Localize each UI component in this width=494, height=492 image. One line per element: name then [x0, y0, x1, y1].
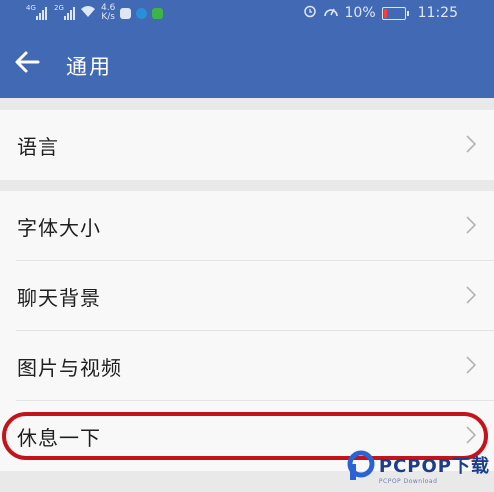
- wifi-icon: [80, 5, 96, 22]
- battery-icon: [381, 6, 409, 20]
- back-arrow-icon[interactable]: [12, 47, 42, 77]
- chevron-right-icon: [466, 356, 477, 374]
- settings-item-font-size[interactable]: 字体大小: [0, 191, 494, 261]
- watermark-text: PCPOP下载 PCPOP Download: [379, 452, 490, 485]
- settings-item-label: 语言: [17, 135, 59, 159]
- signal2-label: 2G: [54, 4, 64, 12]
- signal-icon-sim2: 2G: [54, 4, 75, 20]
- notification-app-icon: [120, 7, 132, 19]
- status-right: 10% 11:25: [303, 4, 458, 22]
- speed-gauge-icon: [323, 4, 339, 22]
- settings-item-chat-background[interactable]: 聊天背景: [0, 261, 494, 331]
- watermark: PCPOP下载 PCPOP Download: [345, 450, 490, 486]
- signal1-label: 4G: [26, 4, 36, 12]
- alarm-icon: [303, 4, 317, 22]
- watermark-sub: PCPOP Download: [378, 477, 438, 485]
- settings-item-label: 字体大小: [17, 216, 101, 240]
- settings-item-label: 图片与视频: [17, 356, 122, 380]
- pcpop-logo-icon: [345, 450, 377, 486]
- app-bar: 通用: [0, 27, 494, 98]
- status-left: 4G 2G 4.6 K/s: [26, 4, 164, 22]
- settings-item-photos-videos[interactable]: 图片与视频: [0, 331, 494, 401]
- clock-time: 11:25: [417, 5, 458, 21]
- net-speed: 4.6 K/s: [101, 4, 115, 22]
- settings-item-language[interactable]: 语言: [0, 110, 494, 180]
- chevron-right-icon: [466, 135, 477, 153]
- status-bar: 4G 2G 4.6 K/s 10% 11:25: [0, 0, 494, 27]
- chevron-right-icon: [466, 286, 477, 304]
- chevron-right-icon: [466, 216, 477, 234]
- watermark-main: PCPOP下载: [378, 455, 490, 477]
- net-speed-unit: K/s: [101, 12, 115, 22]
- page-title: 通用: [66, 55, 112, 79]
- signal-icon-sim1: 4G: [26, 4, 47, 20]
- settings-item-label: 聊天背景: [17, 286, 101, 310]
- play-notification-icon: [152, 7, 164, 19]
- battery-percent: 10%: [344, 5, 376, 21]
- shield-notification-icon: [136, 7, 148, 19]
